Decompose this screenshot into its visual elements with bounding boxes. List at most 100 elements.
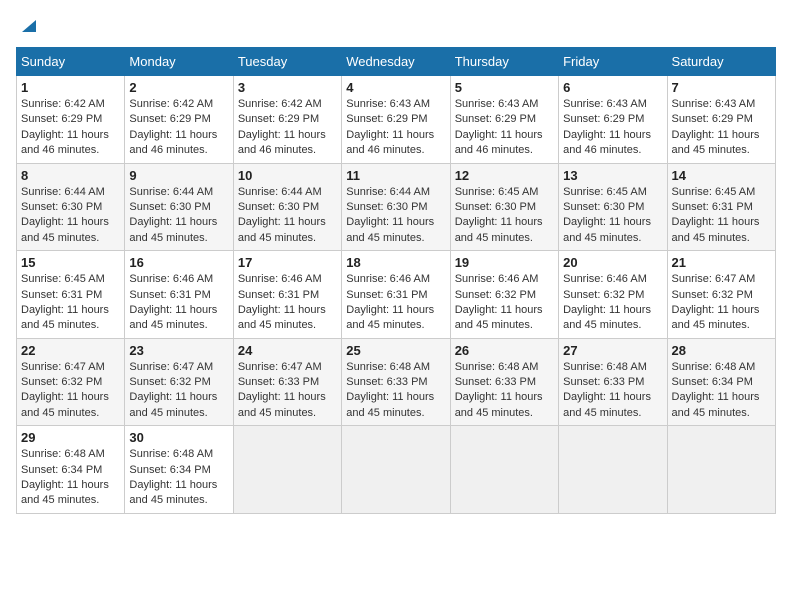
daylight-label: Daylight: 11 hours and 45 minutes. bbox=[21, 304, 109, 331]
calendar-cell bbox=[667, 426, 775, 514]
weekday-header-tuesday: Tuesday bbox=[233, 48, 341, 76]
calendar-week-row: 1 Sunrise: 6:42 AM Sunset: 6:29 PM Dayli… bbox=[17, 76, 776, 164]
daylight-label: Daylight: 11 hours and 46 minutes. bbox=[238, 129, 326, 156]
sunset-label: Sunset: 6:29 PM bbox=[563, 113, 644, 125]
daylight-label: Daylight: 11 hours and 45 minutes. bbox=[672, 129, 760, 156]
sunrise-label: Sunrise: 6:45 AM bbox=[455, 186, 539, 198]
sunrise-label: Sunrise: 6:43 AM bbox=[672, 98, 756, 110]
daylight-label: Daylight: 11 hours and 45 minutes. bbox=[346, 391, 434, 418]
day-info: Sunrise: 6:47 AM Sunset: 6:32 PM Dayligh… bbox=[672, 272, 771, 334]
sunrise-label: Sunrise: 6:44 AM bbox=[346, 186, 430, 198]
day-number: 26 bbox=[455, 343, 554, 358]
sunset-label: Sunset: 6:30 PM bbox=[21, 201, 102, 213]
calendar-cell: 7 Sunrise: 6:43 AM Sunset: 6:29 PM Dayli… bbox=[667, 76, 775, 164]
daylight-label: Daylight: 11 hours and 45 minutes. bbox=[21, 216, 109, 243]
day-info: Sunrise: 6:43 AM Sunset: 6:29 PM Dayligh… bbox=[672, 97, 771, 159]
day-number: 6 bbox=[563, 80, 662, 95]
day-info: Sunrise: 6:46 AM Sunset: 6:31 PM Dayligh… bbox=[129, 272, 228, 334]
sunrise-label: Sunrise: 6:42 AM bbox=[21, 98, 105, 110]
sunrise-label: Sunrise: 6:46 AM bbox=[455, 273, 539, 285]
calendar-cell: 30 Sunrise: 6:48 AM Sunset: 6:34 PM Dayl… bbox=[125, 426, 233, 514]
weekday-header-wednesday: Wednesday bbox=[342, 48, 450, 76]
sunset-label: Sunset: 6:29 PM bbox=[238, 113, 319, 125]
calendar-cell: 29 Sunrise: 6:48 AM Sunset: 6:34 PM Dayl… bbox=[17, 426, 125, 514]
daylight-label: Daylight: 11 hours and 45 minutes. bbox=[129, 216, 217, 243]
day-info: Sunrise: 6:45 AM Sunset: 6:30 PM Dayligh… bbox=[563, 185, 662, 247]
calendar-cell: 17 Sunrise: 6:46 AM Sunset: 6:31 PM Dayl… bbox=[233, 251, 341, 339]
calendar-cell: 23 Sunrise: 6:47 AM Sunset: 6:32 PM Dayl… bbox=[125, 338, 233, 426]
day-info: Sunrise: 6:46 AM Sunset: 6:32 PM Dayligh… bbox=[455, 272, 554, 334]
day-info: Sunrise: 6:46 AM Sunset: 6:31 PM Dayligh… bbox=[346, 272, 445, 334]
daylight-label: Daylight: 11 hours and 45 minutes. bbox=[129, 479, 217, 506]
day-number: 13 bbox=[563, 168, 662, 183]
day-number: 27 bbox=[563, 343, 662, 358]
day-info: Sunrise: 6:48 AM Sunset: 6:33 PM Dayligh… bbox=[455, 360, 554, 422]
sunset-label: Sunset: 6:34 PM bbox=[21, 464, 102, 476]
sunset-label: Sunset: 6:31 PM bbox=[129, 289, 210, 301]
sunrise-label: Sunrise: 6:43 AM bbox=[455, 98, 539, 110]
sunset-label: Sunset: 6:33 PM bbox=[563, 376, 644, 388]
calendar-cell: 21 Sunrise: 6:47 AM Sunset: 6:32 PM Dayl… bbox=[667, 251, 775, 339]
sunset-label: Sunset: 6:34 PM bbox=[129, 464, 210, 476]
daylight-label: Daylight: 11 hours and 45 minutes. bbox=[563, 304, 651, 331]
day-number: 11 bbox=[346, 168, 445, 183]
sunrise-label: Sunrise: 6:45 AM bbox=[21, 273, 105, 285]
day-info: Sunrise: 6:46 AM Sunset: 6:31 PM Dayligh… bbox=[238, 272, 337, 334]
calendar-cell bbox=[233, 426, 341, 514]
day-number: 24 bbox=[238, 343, 337, 358]
day-info: Sunrise: 6:45 AM Sunset: 6:30 PM Dayligh… bbox=[455, 185, 554, 247]
sunrise-label: Sunrise: 6:47 AM bbox=[21, 361, 105, 373]
sunrise-label: Sunrise: 6:45 AM bbox=[672, 186, 756, 198]
calendar-cell bbox=[342, 426, 450, 514]
calendar-cell: 20 Sunrise: 6:46 AM Sunset: 6:32 PM Dayl… bbox=[559, 251, 667, 339]
sunrise-label: Sunrise: 6:42 AM bbox=[129, 98, 213, 110]
daylight-label: Daylight: 11 hours and 45 minutes. bbox=[238, 216, 326, 243]
weekday-header-sunday: Sunday bbox=[17, 48, 125, 76]
weekday-header-monday: Monday bbox=[125, 48, 233, 76]
daylight-label: Daylight: 11 hours and 45 minutes. bbox=[238, 304, 326, 331]
sunset-label: Sunset: 6:32 PM bbox=[672, 289, 753, 301]
day-number: 3 bbox=[238, 80, 337, 95]
sunset-label: Sunset: 6:30 PM bbox=[238, 201, 319, 213]
day-info: Sunrise: 6:48 AM Sunset: 6:33 PM Dayligh… bbox=[563, 360, 662, 422]
calendar-cell: 22 Sunrise: 6:47 AM Sunset: 6:32 PM Dayl… bbox=[17, 338, 125, 426]
calendar-cell bbox=[450, 426, 558, 514]
day-number: 12 bbox=[455, 168, 554, 183]
day-info: Sunrise: 6:48 AM Sunset: 6:34 PM Dayligh… bbox=[672, 360, 771, 422]
calendar-week-row: 22 Sunrise: 6:47 AM Sunset: 6:32 PM Dayl… bbox=[17, 338, 776, 426]
sunrise-label: Sunrise: 6:47 AM bbox=[129, 361, 213, 373]
weekday-header-row: SundayMondayTuesdayWednesdayThursdayFrid… bbox=[17, 48, 776, 76]
sunset-label: Sunset: 6:30 PM bbox=[129, 201, 210, 213]
calendar-cell: 13 Sunrise: 6:45 AM Sunset: 6:30 PM Dayl… bbox=[559, 163, 667, 251]
daylight-label: Daylight: 11 hours and 45 minutes. bbox=[346, 304, 434, 331]
day-number: 19 bbox=[455, 255, 554, 270]
day-info: Sunrise: 6:48 AM Sunset: 6:34 PM Dayligh… bbox=[129, 447, 228, 509]
sunrise-label: Sunrise: 6:43 AM bbox=[346, 98, 430, 110]
sunrise-label: Sunrise: 6:46 AM bbox=[238, 273, 322, 285]
sunrise-label: Sunrise: 6:44 AM bbox=[129, 186, 213, 198]
sunrise-label: Sunrise: 6:43 AM bbox=[563, 98, 647, 110]
calendar-cell: 19 Sunrise: 6:46 AM Sunset: 6:32 PM Dayl… bbox=[450, 251, 558, 339]
day-info: Sunrise: 6:43 AM Sunset: 6:29 PM Dayligh… bbox=[455, 97, 554, 159]
sunrise-label: Sunrise: 6:48 AM bbox=[455, 361, 539, 373]
daylight-label: Daylight: 11 hours and 46 minutes. bbox=[455, 129, 543, 156]
daylight-label: Daylight: 11 hours and 45 minutes. bbox=[21, 479, 109, 506]
sunset-label: Sunset: 6:29 PM bbox=[455, 113, 536, 125]
day-number: 7 bbox=[672, 80, 771, 95]
day-info: Sunrise: 6:44 AM Sunset: 6:30 PM Dayligh… bbox=[21, 185, 120, 247]
day-number: 22 bbox=[21, 343, 120, 358]
sunset-label: Sunset: 6:29 PM bbox=[346, 113, 427, 125]
day-info: Sunrise: 6:43 AM Sunset: 6:29 PM Dayligh… bbox=[346, 97, 445, 159]
daylight-label: Daylight: 11 hours and 45 minutes. bbox=[563, 391, 651, 418]
sunset-label: Sunset: 6:32 PM bbox=[21, 376, 102, 388]
day-number: 9 bbox=[129, 168, 228, 183]
day-number: 23 bbox=[129, 343, 228, 358]
day-number: 5 bbox=[455, 80, 554, 95]
daylight-label: Daylight: 11 hours and 45 minutes. bbox=[672, 216, 760, 243]
sunrise-label: Sunrise: 6:45 AM bbox=[563, 186, 647, 198]
daylight-label: Daylight: 11 hours and 45 minutes. bbox=[455, 216, 543, 243]
day-number: 17 bbox=[238, 255, 337, 270]
sunset-label: Sunset: 6:30 PM bbox=[346, 201, 427, 213]
sunrise-label: Sunrise: 6:47 AM bbox=[672, 273, 756, 285]
calendar-cell: 27 Sunrise: 6:48 AM Sunset: 6:33 PM Dayl… bbox=[559, 338, 667, 426]
